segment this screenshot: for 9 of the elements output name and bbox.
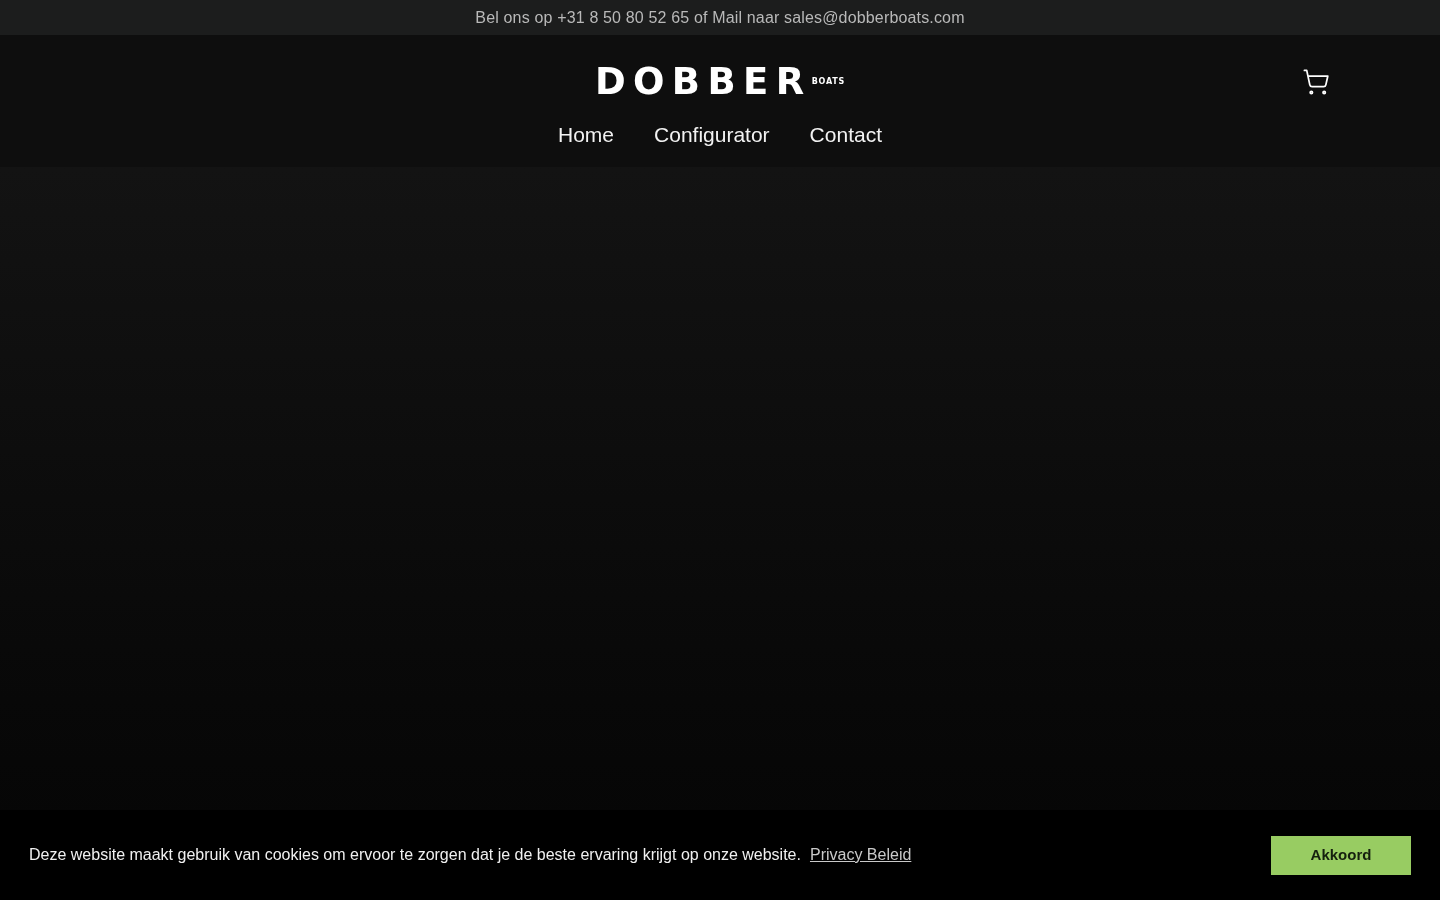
privacy-policy-link[interactable]: Privacy Beleid [809,843,912,867]
cart-icon [1302,67,1330,96]
nav-link[interactable]: Home [558,124,615,145]
nav-link[interactable]: Configurator [654,124,770,145]
nav-link[interactable]: Contact [809,124,882,145]
cookie-message: Deze website maakt gebruik van cookies om ervoor te zorgen dat je de beste ervaring krijgt op onze website. [29,845,801,865]
accept-button[interactable]: Akkoord [1271,835,1411,875]
cart-button[interactable] [1302,67,1330,96]
announcement-text: Bel ons op +31 8 50 80 52 65 of Mail naar sales@dobberboats.com [475,7,965,28]
